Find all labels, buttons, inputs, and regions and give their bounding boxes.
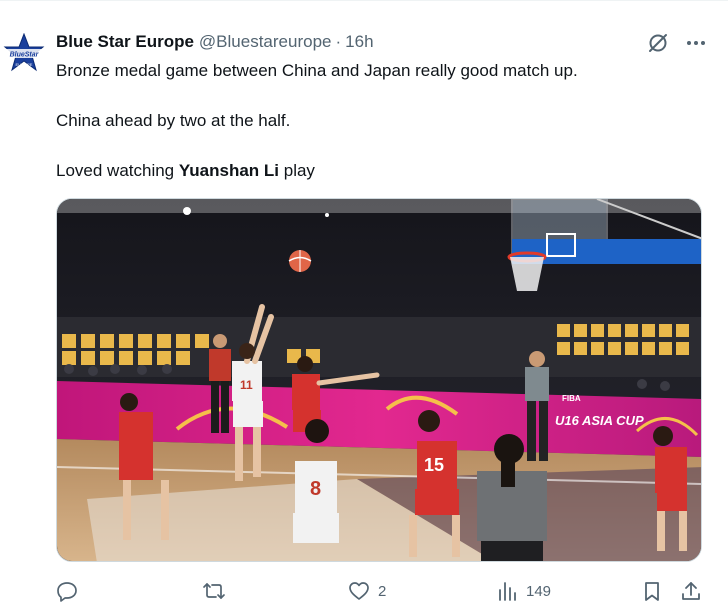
jersey-number-15: 15: [424, 455, 444, 475]
author-handle[interactable]: @Bluestareurope: [199, 32, 332, 52]
fiba-text: FIBA: [562, 394, 581, 403]
tweet-text-line-3-prefix: Loved watching: [56, 161, 179, 180]
like-count: 2: [378, 582, 387, 600]
heart-icon: [349, 582, 369, 600]
tweet-text: Bronze medal game between China and Japa…: [56, 59, 706, 209]
post-timestamp[interactable]: 16h: [345, 32, 373, 52]
tweet-text-line-1: Bronze medal game between China and Japa…: [56, 61, 578, 80]
tweet-action-bar: 2 149: [56, 579, 706, 603]
bookmark-button[interactable]: [641, 579, 663, 603]
share-icon: [682, 582, 700, 600]
repost-button[interactable]: [202, 579, 234, 603]
views-count: 149: [526, 582, 552, 600]
views-button[interactable]: 149: [496, 579, 551, 603]
repost-icon: [203, 583, 225, 599]
separator-dot: ·: [335, 32, 342, 51]
tweet-text-line-2: China ahead by two at the half.: [56, 111, 291, 130]
like-button[interactable]: 2: [348, 579, 386, 603]
svg-text:EUROPE: EUROPE: [16, 62, 33, 67]
jersey-number-8: 8: [310, 478, 321, 500]
tweet-text-line-3-suffix: play: [279, 161, 315, 180]
share-button[interactable]: [680, 579, 702, 603]
grok-icon[interactable]: [646, 31, 670, 55]
basketball-game-photo: FIBA U16 ASIA CUP 11 8 15: [57, 199, 701, 561]
tweet-top-actions: [646, 31, 708, 55]
reply-button[interactable]: [56, 579, 86, 603]
more-icon[interactable]: [684, 31, 708, 55]
views-chart-icon: [499, 582, 516, 601]
banner-text: U16 ASIA CUP: [555, 413, 644, 428]
tweet-header: Blue Star Europe @Bluestareurope · 16h: [56, 30, 374, 54]
author-display-name[interactable]: Blue Star Europe: [56, 32, 194, 52]
tweet-photo[interactable]: FIBA U16 ASIA CUP 11 8 15: [56, 198, 702, 562]
author-avatar[interactable]: BlueStar EUROPE: [2, 32, 46, 73]
blue-star-logo-icon: BlueStar EUROPE: [3, 32, 45, 72]
bookmark-icon: [645, 582, 659, 601]
player-name-bold: Yuanshan Li: [178, 161, 280, 180]
reply-icon: [57, 582, 77, 602]
tweet-card[interactable]: BlueStar EUROPE Blue Star Europe @Bluest…: [0, 0, 728, 615]
svg-text:BlueStar: BlueStar: [10, 52, 40, 59]
jersey-number-11: 11: [240, 378, 253, 392]
tweet-text-line-3: Loved watching Yuanshan Li play: [56, 159, 706, 183]
